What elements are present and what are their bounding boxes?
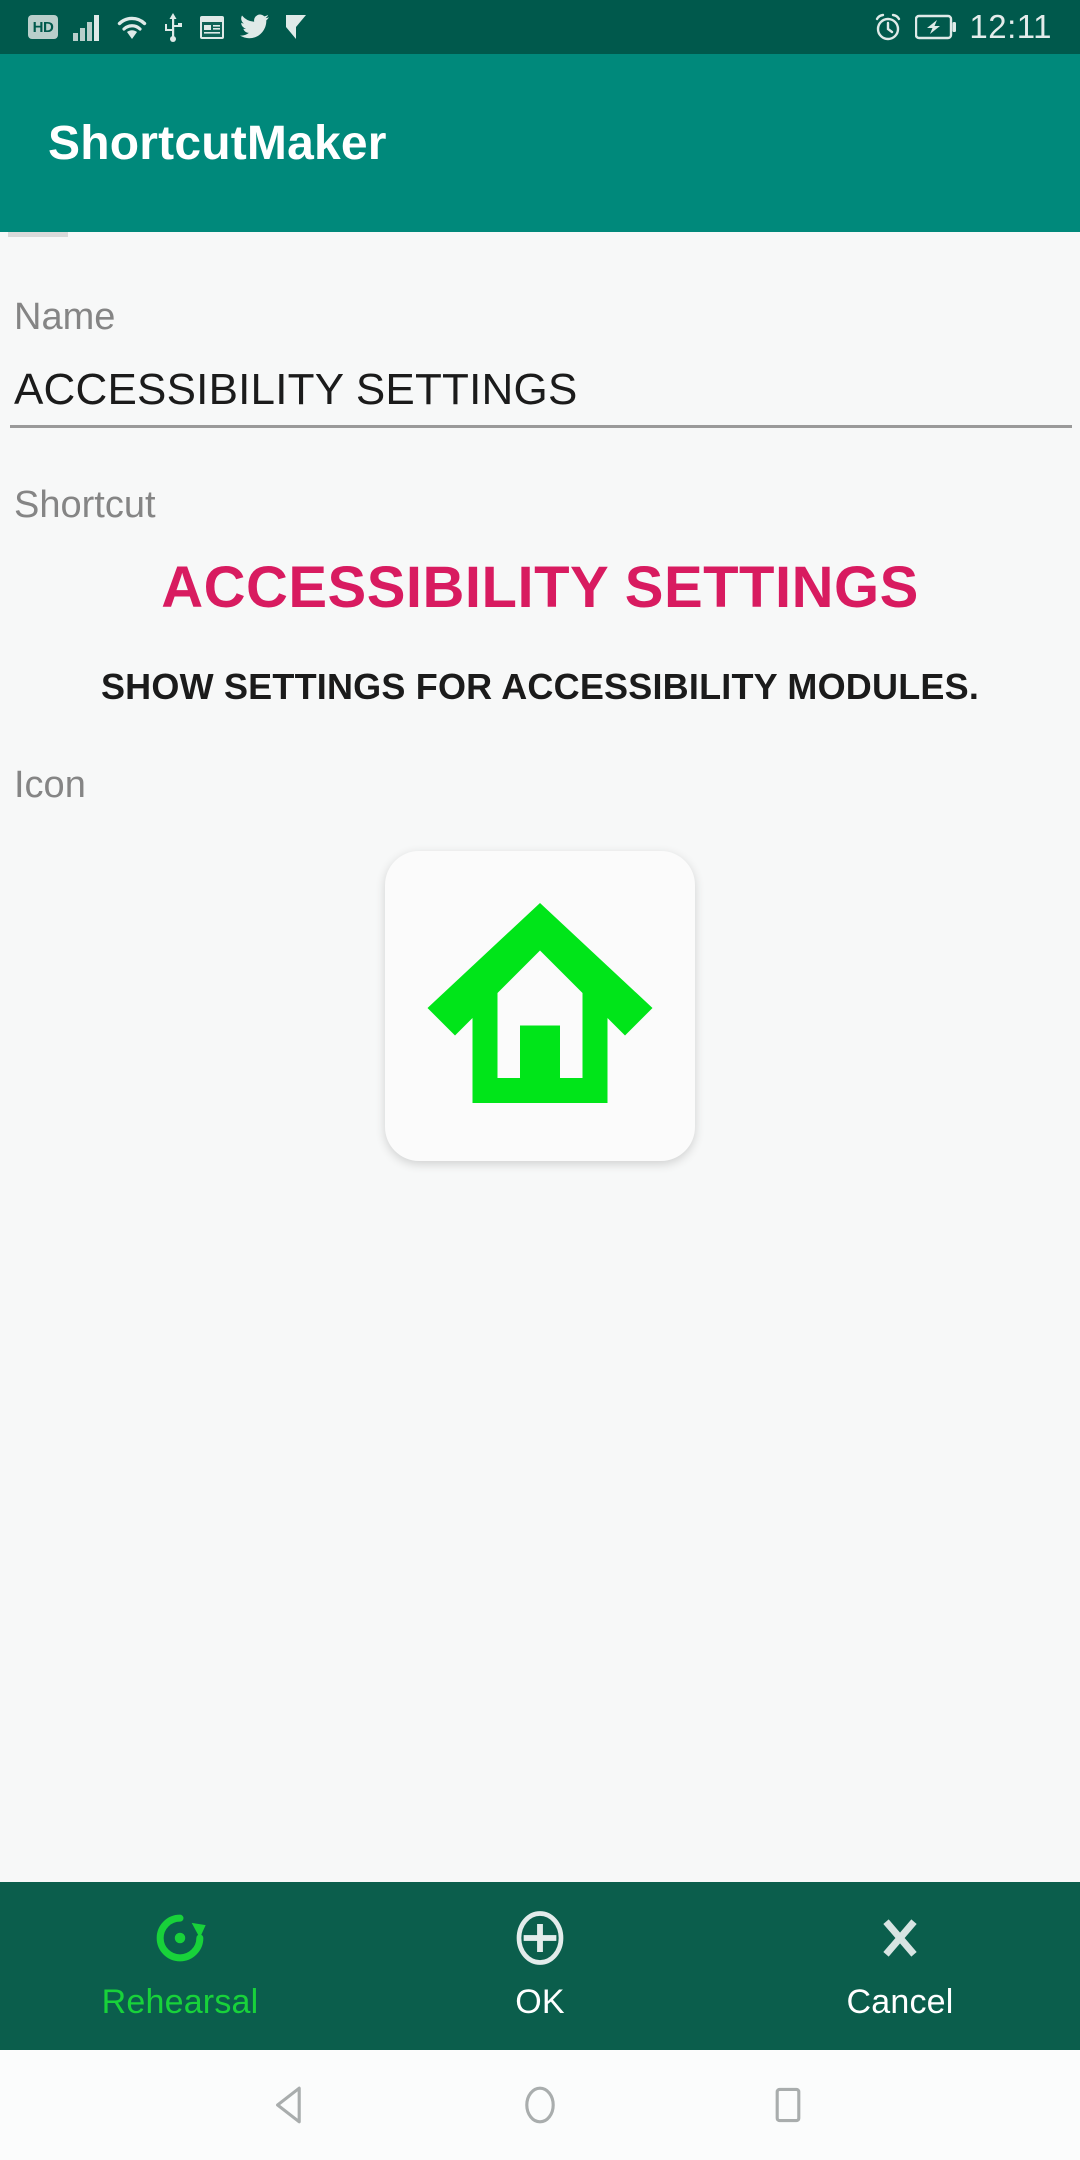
ok-button[interactable]: OK xyxy=(360,1910,720,2022)
name-input[interactable] xyxy=(14,365,1068,415)
home-circle-icon[interactable] xyxy=(516,2081,564,2129)
icon-tile[interactable] xyxy=(385,850,695,1161)
refresh-icon xyxy=(152,1910,208,1971)
back-triangle-icon[interactable] xyxy=(268,2081,316,2129)
name-input-wrapper[interactable] xyxy=(10,365,1072,428)
hd-icon: HD xyxy=(28,15,58,39)
scroll-indicator xyxy=(8,232,68,237)
status-bar-right-icons: 12:11 xyxy=(873,8,1052,46)
hd-icon-label: HD xyxy=(28,15,58,39)
shortcut-title: ACCESSIBILITY SETTINGS xyxy=(161,555,919,620)
shortcut-description: SHOW SETTINGS FOR ACCESSIBILITY MODULES. xyxy=(100,665,980,707)
status-bar-clock: 12:11 xyxy=(969,8,1052,45)
alarm-clock-icon xyxy=(873,12,903,42)
usb-icon xyxy=(162,12,184,42)
cancel-button[interactable]: Cancel xyxy=(720,1910,1080,2022)
plus-circle-icon xyxy=(514,1910,566,1971)
bottom-action-bar: Rehearsal OK Cancel xyxy=(0,1882,1080,2050)
flipboard-icon xyxy=(284,13,308,41)
shortcut-section-label: Shortcut xyxy=(14,484,156,526)
android-nav-bar xyxy=(0,2050,1080,2160)
battery-charging-icon xyxy=(915,14,957,40)
status-bar: HD 12:11 xyxy=(0,0,1080,54)
name-field-label: Name xyxy=(14,296,116,338)
main-content: Name Shortcut ACCESSIBILITY SETTINGS SHO… xyxy=(0,232,1080,1882)
rehearsal-label: Rehearsal xyxy=(101,1983,259,2021)
wifi-icon xyxy=(116,13,148,41)
status-bar-left-icons: HD xyxy=(28,12,873,42)
close-x-icon xyxy=(874,1910,926,1971)
signal-bars-icon xyxy=(72,13,102,41)
shortcut-preview: ACCESSIBILITY SETTINGS SHOW SETTINGS FOR… xyxy=(10,555,1070,708)
icon-section-label: Icon xyxy=(14,763,86,806)
app-title: ShortcutMaker xyxy=(48,116,387,170)
calendar-icon xyxy=(198,13,226,41)
twitter-icon xyxy=(240,14,270,40)
app-window: HD 12:11 ShortcutMaker Name ACCESSIBILIT… xyxy=(0,0,1080,2160)
home-house-icon xyxy=(415,883,665,1128)
icon-preview-area xyxy=(10,850,1070,1161)
rehearsal-button[interactable]: Rehearsal xyxy=(0,1910,360,2022)
cancel-label: Cancel xyxy=(846,1983,954,2021)
app-bar: ShortcutMaker xyxy=(0,54,1080,232)
ok-label: OK xyxy=(515,1983,565,2021)
recents-square-icon[interactable] xyxy=(764,2081,812,2129)
